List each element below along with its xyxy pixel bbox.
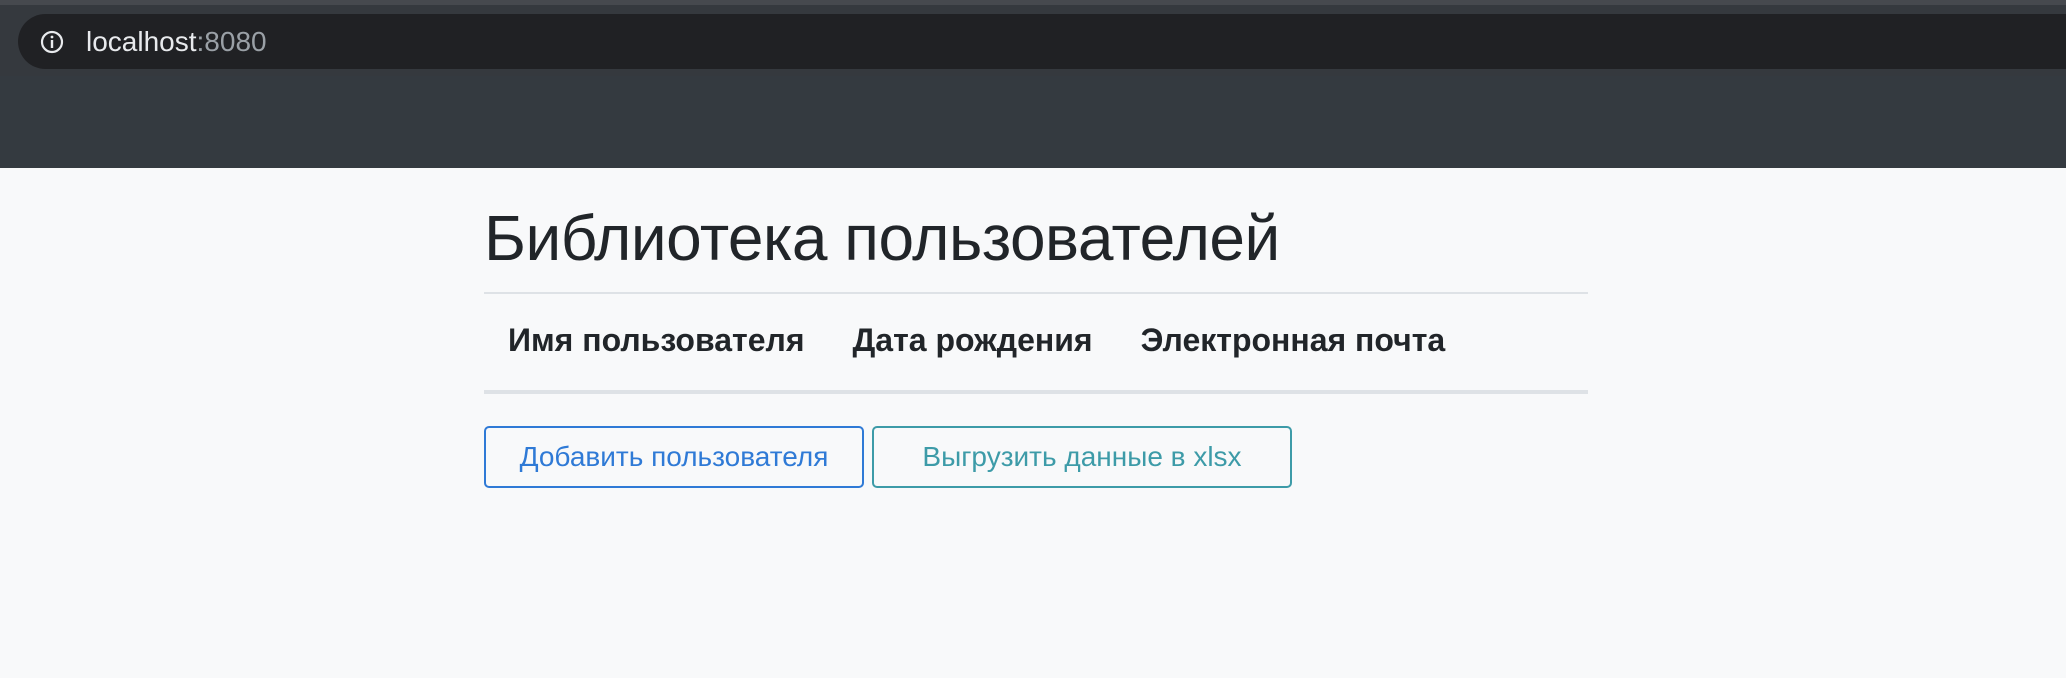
url-host: localhost: [86, 26, 197, 57]
column-spacer: [1469, 293, 1588, 392]
users-table: Имя пользователя Дата рождения Электронн…: [484, 292, 1588, 394]
browser-toolbar: localhost:8080: [0, 0, 2066, 76]
page-title: Библиотека пользователей: [484, 202, 1280, 274]
action-buttons: Добавить пользователя Выгрузить данные в…: [484, 426, 1588, 488]
info-circle-icon[interactable]: [40, 30, 64, 54]
add-user-button[interactable]: Добавить пользователя: [484, 426, 864, 488]
navbar: [0, 76, 2066, 168]
column-header-email: Электронная почта: [1140, 322, 1446, 358]
table-header: Имя пользователя Дата рождения Электронн…: [484, 293, 1588, 392]
address-bar[interactable]: localhost:8080: [18, 14, 2066, 69]
main-content: Библиотека пользователей Имя пользовател…: [484, 168, 1588, 488]
column-header-username: Имя пользователя: [508, 322, 805, 358]
url-port: :8080: [196, 26, 267, 57]
table-header-row: Имя пользователя Дата рождения Электронн…: [484, 293, 1588, 392]
column-header-birth-date: Дата рождения: [852, 322, 1093, 358]
url-text[interactable]: localhost:8080: [86, 25, 267, 59]
export-xlsx-button[interactable]: Выгрузить данные в xlsx: [872, 426, 1292, 488]
